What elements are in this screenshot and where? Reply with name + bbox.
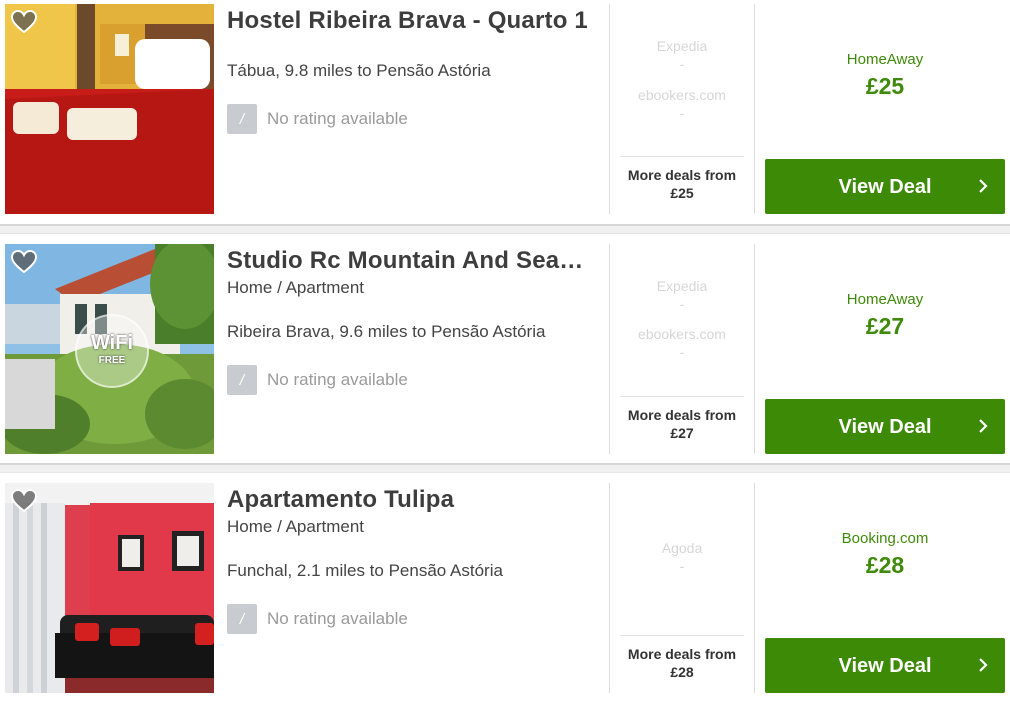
more-deals-price: £28 xyxy=(670,664,694,680)
more-deals-link[interactable]: More deals from £27 xyxy=(620,396,744,442)
more-deals-price: £25 xyxy=(670,185,694,201)
best-deal: HomeAway £27 View Deal xyxy=(765,244,1005,454)
provider-price: - xyxy=(679,56,685,72)
hotel-card[interactable]: Hostel Ribeira Brava - Quarto 1 Tábua, 9… xyxy=(0,4,1010,214)
provider-price: - xyxy=(679,296,685,312)
provider-price: - xyxy=(679,344,685,360)
hotel-info: Apartamento Tulipa Home / Apartment Func… xyxy=(227,483,602,693)
view-deal-button[interactable]: View Deal xyxy=(765,159,1005,214)
rating-text: No rating available xyxy=(267,370,408,389)
other-deals: Expedia - ebookers.com - More deals from… xyxy=(620,4,744,214)
hotel-card[interactable]: Apartamento Tulipa Home / Apartment Func… xyxy=(0,483,1010,693)
hotel-name[interactable]: Studio Rc Mountain And Sea… xyxy=(227,247,599,275)
provider-link[interactable]: ebookers.com xyxy=(620,326,744,342)
hotel-card[interactable]: WiFi FREE Studio Rc Mountain And Sea… Ho… xyxy=(0,244,1010,454)
divider xyxy=(754,4,755,214)
more-deals-price: £27 xyxy=(670,425,694,441)
best-deal-price: £25 xyxy=(865,73,905,99)
card-separator xyxy=(0,224,1010,234)
view-deal-label: View Deal xyxy=(838,655,932,677)
rating-badge: / xyxy=(227,365,257,395)
best-deal-price: £28 xyxy=(865,552,905,578)
provider-link[interactable]: Agoda xyxy=(620,540,744,556)
more-deals-label: More deals from xyxy=(627,167,737,183)
hotel-location: Tábua, 9.8 miles to Pensão Astória xyxy=(227,61,491,80)
other-deals: Expedia - ebookers.com - More deals from… xyxy=(620,244,744,454)
more-deals-label: More deals from xyxy=(627,646,737,662)
chevron-right-icon xyxy=(979,658,988,672)
chevron-right-icon xyxy=(979,419,988,433)
view-deal-label: View Deal xyxy=(838,416,932,438)
view-deal-button[interactable]: View Deal xyxy=(765,399,1005,454)
hotel-location: Ribeira Brava, 9.6 miles to Pensão Astór… xyxy=(227,322,546,341)
other-deals: Agoda - More deals from £28 xyxy=(620,483,744,693)
best-deal-provider: HomeAway xyxy=(846,291,924,308)
best-deal: HomeAway £25 View Deal xyxy=(765,4,1005,214)
divider xyxy=(609,244,610,454)
rating: / No rating available xyxy=(227,365,408,395)
provider-link[interactable]: Expedia xyxy=(620,38,744,54)
rating: / No rating available xyxy=(227,604,408,634)
best-deal-price: £27 xyxy=(865,313,905,339)
divider xyxy=(609,483,610,693)
best-deal-provider: HomeAway xyxy=(846,51,924,68)
provider-link[interactable]: Expedia xyxy=(620,278,744,294)
favorite-heart-icon[interactable] xyxy=(11,10,37,34)
favorite-heart-icon[interactable] xyxy=(11,250,37,274)
hotel-photo[interactable] xyxy=(5,483,214,693)
provider-price: - xyxy=(679,105,685,121)
wifi-badge-sub: FREE xyxy=(98,355,126,366)
property-type: Home / Apartment xyxy=(227,517,365,536)
hotel-info: Hostel Ribeira Brava - Quarto 1 Tábua, 9… xyxy=(227,4,602,214)
hotel-photo[interactable]: WiFi FREE xyxy=(5,244,214,454)
chevron-right-icon xyxy=(979,179,988,193)
provider-link[interactable]: ebookers.com xyxy=(620,87,744,103)
rating-badge: / xyxy=(227,104,257,134)
view-deal-button[interactable]: View Deal xyxy=(765,638,1005,693)
hotel-info: Studio Rc Mountain And Sea… Home / Apart… xyxy=(227,244,602,454)
rating: / No rating available xyxy=(227,104,408,134)
more-deals-label: More deals from xyxy=(627,407,737,423)
card-separator xyxy=(0,463,1010,473)
view-deal-label: View Deal xyxy=(838,176,932,198)
more-deals-link[interactable]: More deals from £25 xyxy=(620,156,744,202)
divider xyxy=(754,483,755,693)
best-deal: Booking.com £28 View Deal xyxy=(765,483,1005,693)
more-deals-link[interactable]: More deals from £28 xyxy=(620,635,744,681)
wifi-badge-text: WiFi xyxy=(90,332,134,354)
rating-text: No rating available xyxy=(267,609,408,628)
wifi-badge: WiFi FREE xyxy=(75,314,149,388)
divider xyxy=(754,244,755,454)
rating-text: No rating available xyxy=(267,109,408,128)
rating-badge: / xyxy=(227,604,257,634)
provider-price: - xyxy=(679,558,685,574)
best-deal-provider: Booking.com xyxy=(841,530,929,547)
divider xyxy=(609,4,610,214)
hotel-name[interactable]: Apartamento Tulipa xyxy=(227,486,599,514)
property-type: Home / Apartment xyxy=(227,278,365,297)
hotel-location: Funchal, 2.1 miles to Pensão Astória xyxy=(227,561,503,580)
favorite-heart-icon[interactable] xyxy=(11,489,37,513)
hotel-photo[interactable] xyxy=(5,4,214,214)
hotel-name[interactable]: Hostel Ribeira Brava - Quarto 1 xyxy=(227,7,599,35)
